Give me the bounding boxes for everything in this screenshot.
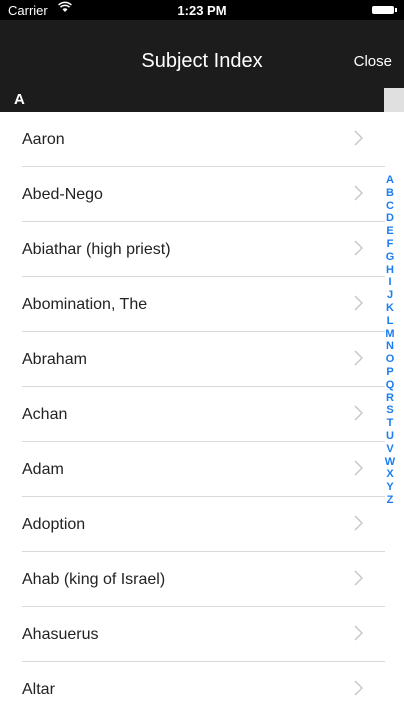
index-letter[interactable]: T <box>387 417 394 430</box>
list-item-label: Ahab (king of Israel) <box>22 571 166 588</box>
status-time: 1:23 PM <box>177 3 227 18</box>
navigation-bar: Subject Index Close <box>0 20 404 88</box>
chevron-right-icon <box>354 680 363 696</box>
index-letter[interactable]: M <box>385 328 394 341</box>
index-letter[interactable]: F <box>387 238 394 251</box>
list-item[interactable]: Achan <box>22 387 385 442</box>
index-letter[interactable]: C <box>386 200 394 213</box>
list-item-label: Altar <box>22 681 55 698</box>
index-letter[interactable]: U <box>386 430 394 443</box>
index-letter[interactable]: S <box>386 404 393 417</box>
index-letter[interactable]: E <box>386 225 393 238</box>
index-letter[interactable]: R <box>386 392 394 405</box>
chevron-right-icon <box>354 515 363 531</box>
chevron-right-icon <box>354 295 363 311</box>
chevron-right-icon <box>354 350 363 366</box>
list-item-label: Abiathar (high priest) <box>22 241 171 258</box>
chevron-right-icon <box>354 460 363 476</box>
index-letter[interactable]: I <box>388 276 391 289</box>
list-item[interactable]: Adam <box>22 442 385 497</box>
list-item[interactable]: Aaron <box>22 112 385 167</box>
list-item-label: Abraham <box>22 351 87 368</box>
index-letter[interactable]: O <box>386 353 395 366</box>
index-letter[interactable]: G <box>386 251 395 264</box>
index-letter[interactable]: H <box>386 264 394 277</box>
list-item-label: Abomination, The <box>22 296 148 313</box>
list-item[interactable]: Abraham <box>22 332 385 387</box>
index-letter[interactable]: V <box>386 443 393 456</box>
index-letter[interactable]: D <box>386 212 394 225</box>
subject-list: Aaron Abed-Nego Abiathar (high priest) A… <box>0 112 385 713</box>
list-item-label: Adoption <box>22 516 86 533</box>
list-item[interactable]: Abomination, The <box>22 277 385 332</box>
index-letter[interactable]: K <box>386 302 394 315</box>
scroll-indicator <box>384 88 404 112</box>
section-header-letter: A <box>14 91 25 108</box>
battery-icon <box>372 6 397 14</box>
list-item[interactable]: Adoption <box>22 497 385 552</box>
section-index-bar[interactable]: A B C D E F G H I J K L M N O P Q R S T … <box>380 174 400 507</box>
close-button[interactable]: Close <box>354 53 392 70</box>
chevron-right-icon <box>354 405 363 421</box>
index-letter[interactable]: Q <box>386 379 395 392</box>
list-item-label: Ahasuerus <box>22 626 99 643</box>
list-item[interactable]: Abed-Nego <box>22 167 385 222</box>
index-letter[interactable]: P <box>386 366 393 379</box>
list-item-label: Abed-Nego <box>22 186 103 203</box>
list-item[interactable]: Ahasuerus <box>22 607 385 662</box>
index-letter[interactable]: N <box>386 340 394 353</box>
index-letter[interactable]: J <box>387 289 393 302</box>
chevron-right-icon <box>354 185 363 201</box>
page-title: Subject Index <box>141 50 263 72</box>
index-letter[interactable]: W <box>385 456 395 469</box>
chevron-right-icon <box>354 240 363 256</box>
chevron-right-icon <box>354 625 363 641</box>
chevron-right-icon <box>354 570 363 586</box>
list-item[interactable]: Altar <box>22 662 385 713</box>
list-item-label: Adam <box>22 461 64 478</box>
index-letter[interactable]: Y <box>386 481 393 494</box>
status-bar: Carrier 1:23 PM <box>0 0 404 20</box>
chevron-right-icon <box>354 130 363 146</box>
list-item-label: Achan <box>22 406 68 423</box>
index-letter[interactable]: B <box>386 187 394 200</box>
index-letter[interactable]: L <box>387 315 394 328</box>
index-letter[interactable]: A <box>386 174 394 187</box>
list-item[interactable]: Abiathar (high priest) <box>22 222 385 277</box>
list-item[interactable]: Ahab (king of Israel) <box>22 552 385 607</box>
section-header-a: A <box>0 88 404 112</box>
index-letter[interactable]: Z <box>387 494 394 507</box>
list-item-label: Aaron <box>22 131 65 148</box>
index-letter[interactable]: X <box>386 468 393 481</box>
